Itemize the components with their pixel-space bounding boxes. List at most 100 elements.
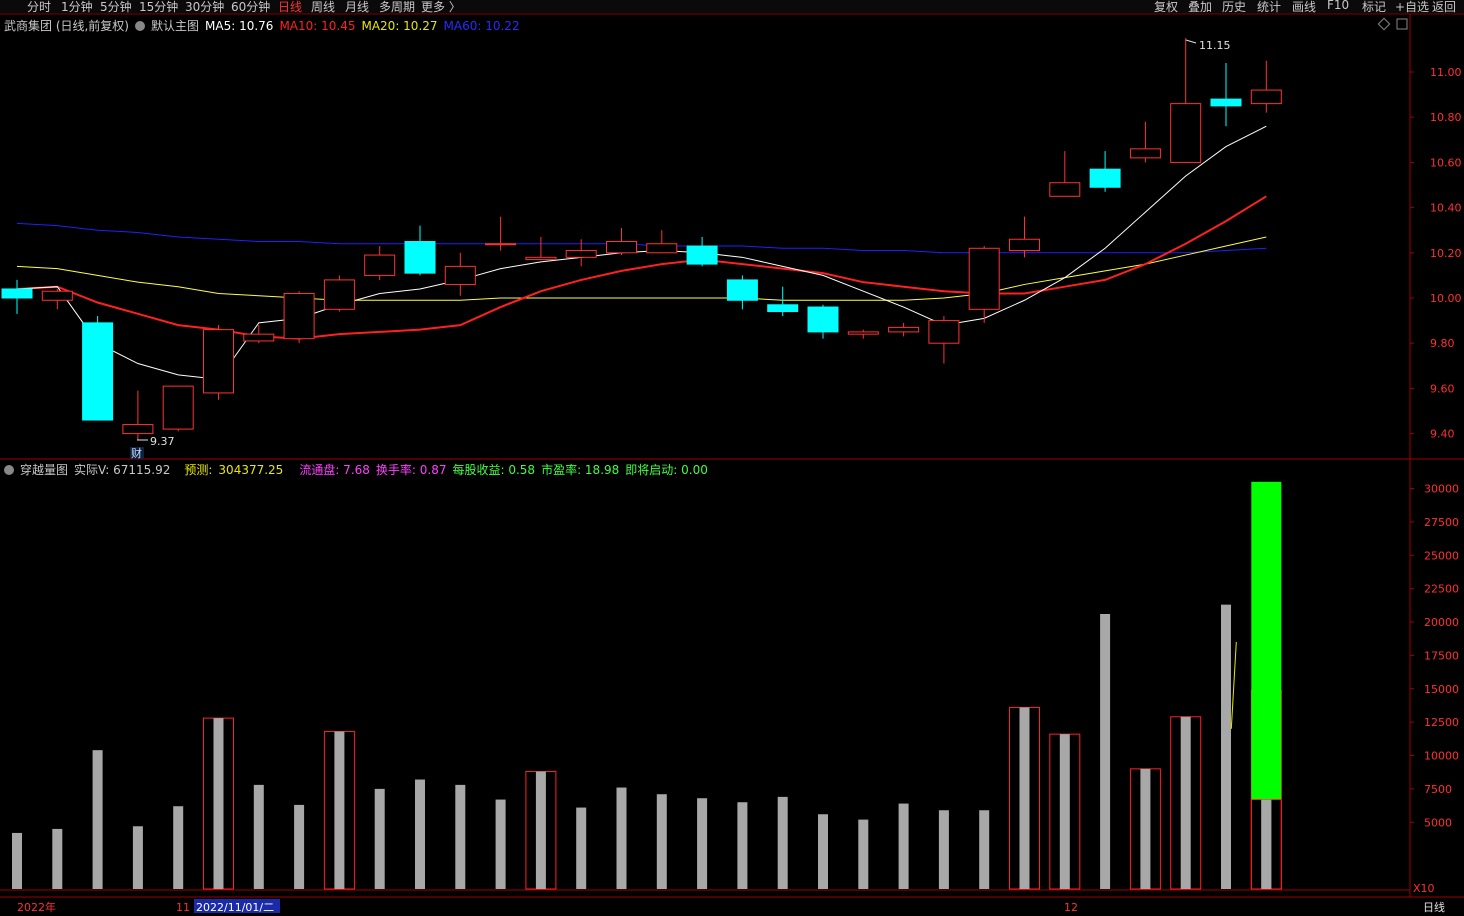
volume-bar <box>1221 604 1231 889</box>
volume-bar <box>1059 734 1070 889</box>
volume-bar <box>253 784 264 889</box>
candle-body <box>243 333 275 342</box>
volume-bar <box>697 798 708 889</box>
price-tick-label: 10.80 <box>1430 111 1462 124</box>
volume-bar <box>1140 768 1151 889</box>
ma60-line <box>16 222 1267 254</box>
volume-bar <box>132 826 143 889</box>
layout-icon <box>1396 18 1408 30</box>
volume-bar <box>616 787 627 889</box>
candle-body <box>203 329 234 394</box>
candle-body <box>968 247 1000 310</box>
candle-body <box>41 290 73 301</box>
volume-bar <box>455 784 466 889</box>
volume-tick-label: 10000 <box>1424 750 1459 763</box>
volume-bar <box>213 718 224 889</box>
volume-bar <box>92 750 103 889</box>
volume-bar <box>374 788 385 889</box>
volume-bar <box>495 799 506 889</box>
forecast-volume-bar <box>1251 481 1282 800</box>
volume-bar <box>1180 716 1191 889</box>
candle-body <box>847 331 879 335</box>
volume-tick-label: 15000 <box>1424 683 1459 696</box>
candle-body <box>525 256 557 261</box>
date-axis-label: 日线 <box>1423 900 1445 914</box>
volume-tick-label: 25000 <box>1424 549 1459 562</box>
candle-body <box>1089 168 1121 188</box>
volume-bar <box>777 796 788 889</box>
candle-body <box>1129 148 1161 159</box>
price-tick-label: 9.60 <box>1430 382 1455 395</box>
candle-body <box>767 304 799 313</box>
date-axis-label: 11 <box>176 901 190 914</box>
volume-scale-label: X10 <box>1413 882 1435 895</box>
volume-tick-label: 17500 <box>1424 649 1459 662</box>
volume-bar <box>294 804 305 889</box>
date-axis-label: 2022年 <box>17 900 56 914</box>
volume-bar <box>415 779 425 889</box>
candle-body <box>565 250 597 258</box>
volume-bar <box>898 803 909 889</box>
candle-body <box>807 306 839 333</box>
volume-bar <box>576 807 587 889</box>
candle-body <box>1 288 33 299</box>
volume-trend-line <box>1230 641 1237 729</box>
volume-tick-label: 7500 <box>1424 783 1452 796</box>
candle-body <box>444 265 476 285</box>
candle-body <box>122 424 154 435</box>
volume-tick-label: 22500 <box>1424 583 1459 596</box>
volume-bar <box>818 814 828 889</box>
kline-chart[interactable]: 9.40 9.60 9.80 10.00 10.20 10.40 10.60 10.80 11.… <box>0 0 1464 916</box>
high-price-pointer <box>1185 39 1197 44</box>
volume-bar <box>656 794 667 889</box>
volume-bar <box>858 819 869 889</box>
price-tick-label: 10.20 <box>1430 247 1462 260</box>
ma20-line <box>16 236 1267 301</box>
price-tick-label: 10.00 <box>1430 292 1462 305</box>
candle-body <box>1009 238 1040 252</box>
candle-body <box>1049 182 1081 197</box>
candle-body <box>1210 98 1242 107</box>
candle-body <box>1170 103 1202 163</box>
volume-bar <box>979 810 990 889</box>
finance-marker: 财 <box>131 446 142 460</box>
candle-body <box>323 279 355 310</box>
volume-bar <box>1019 707 1030 889</box>
date-axis-label: 2022/11/01/二 <box>196 901 274 914</box>
volume-bar <box>52 828 63 889</box>
candle-body <box>1250 89 1282 105</box>
volume-bar <box>12 832 22 889</box>
volume-tick-label: 12500 <box>1424 716 1459 729</box>
volume-tick-label: 5000 <box>1424 816 1452 829</box>
price-tick-label: 11.00 <box>1430 66 1462 79</box>
candle-body <box>82 322 114 421</box>
candle-body <box>364 254 396 276</box>
price-tick-label: 10.40 <box>1430 202 1462 215</box>
candle-body <box>928 320 960 344</box>
volume-bar <box>1100 613 1111 889</box>
price-tick-label: 10.60 <box>1430 156 1462 169</box>
volume-bar <box>938 810 949 889</box>
candle-body <box>686 245 718 265</box>
volume-bar <box>173 806 184 889</box>
volume-bar <box>334 731 345 889</box>
candle-body <box>162 385 194 430</box>
volume-tick-label: 20000 <box>1424 616 1459 629</box>
candle-body <box>646 243 678 254</box>
candle-body <box>485 243 517 246</box>
price-tick-label: 9.40 <box>1430 428 1455 441</box>
price-tick-label: 9.80 <box>1430 337 1455 350</box>
volume-tick-label: 27500 <box>1424 516 1459 529</box>
candle-body <box>606 241 637 254</box>
candle-body <box>404 241 436 274</box>
date-axis-label: 12 <box>1064 901 1078 914</box>
volume-tick-label: 30000 <box>1424 483 1459 496</box>
candle-body <box>726 279 758 301</box>
low-price-annotation: 9.37 <box>150 435 175 448</box>
high-price-annotation: 11.15 <box>1199 39 1231 52</box>
candle-body <box>888 326 920 333</box>
volume-bar <box>535 771 546 889</box>
current-volume-bar <box>1261 799 1272 889</box>
volume-bar <box>737 802 748 889</box>
diamond-icon <box>1377 17 1391 31</box>
